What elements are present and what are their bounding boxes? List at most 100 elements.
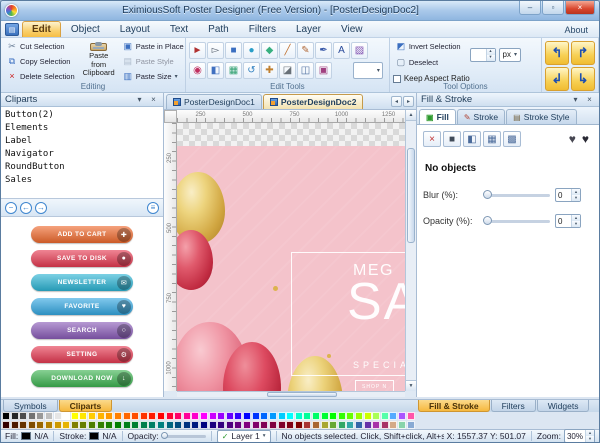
color-swatch[interactable]: [338, 421, 346, 429]
color-swatch[interactable]: [105, 421, 113, 429]
color-swatch[interactable]: [2, 412, 10, 420]
color-swatch[interactable]: [312, 421, 320, 429]
color-swatch[interactable]: [97, 412, 105, 420]
ribbon-tab[interactable]: Layer: [286, 21, 331, 37]
edit-tool-button[interactable]: ◫: [297, 62, 314, 79]
color-swatch[interactable]: [252, 421, 260, 429]
color-swatch[interactable]: [398, 412, 406, 420]
edit-tool-button[interactable]: ►: [189, 42, 206, 59]
color-swatch[interactable]: [174, 421, 182, 429]
color-swatch[interactable]: [174, 412, 182, 420]
color-swatch[interactable]: [329, 421, 337, 429]
right-dock-tab[interactable]: Widgets: [537, 400, 590, 412]
color-swatch[interactable]: [157, 421, 165, 429]
left-dock-tab[interactable]: Symbols: [3, 400, 58, 412]
color-swatch[interactable]: [321, 412, 329, 420]
color-swatch[interactable]: [364, 412, 372, 420]
color-swatch[interactable]: [364, 421, 372, 429]
right-dock-tab[interactable]: Fill & Stroke: [418, 400, 490, 412]
color-swatch[interactable]: [88, 412, 96, 420]
ribbon-tab[interactable]: Path: [198, 21, 239, 37]
color-swatch[interactable]: [303, 412, 311, 420]
fill-mode-button[interactable]: ▦: [483, 131, 501, 147]
ribbon-tab[interactable]: Filters: [239, 21, 286, 37]
tab-scroll-right-icon[interactable]: ▸: [403, 96, 414, 107]
editing-command[interactable]: ▤ Paste Style: [120, 55, 190, 68]
edit-tool-button[interactable]: ◪: [279, 62, 296, 79]
color-swatch[interactable]: [329, 412, 337, 420]
arrange-button[interactable]: ↲: [545, 67, 569, 91]
cliparts-nav-button[interactable]: ←: [20, 202, 32, 214]
color-swatch[interactable]: [114, 421, 122, 429]
color-swatch[interactable]: [355, 412, 363, 420]
blur-slider-thumb[interactable]: [483, 190, 492, 199]
deselect-button[interactable]: ▢ Deselect: [393, 56, 464, 69]
color-swatch[interactable]: [217, 412, 225, 420]
shape-sample-icon[interactable]: ♥: [582, 132, 589, 146]
color-swatch[interactable]: [183, 412, 191, 420]
color-swatch[interactable]: [140, 421, 148, 429]
edit-tool-button[interactable]: ■: [225, 42, 242, 59]
arrange-button[interactable]: ↳: [571, 67, 595, 91]
close-button[interactable]: ×: [565, 1, 595, 15]
color-swatch[interactable]: [79, 421, 87, 429]
color-swatch[interactable]: [278, 421, 286, 429]
opacity-slider[interactable]: [484, 220, 550, 223]
cliparts-category-item[interactable]: Elements: [5, 122, 159, 135]
about-button[interactable]: About: [556, 23, 596, 37]
color-swatch[interactable]: [28, 412, 36, 420]
edit-tool-button[interactable]: ✎: [297, 42, 314, 59]
cliparts-category-item[interactable]: Sales: [5, 174, 159, 187]
edit-tool-button[interactable]: ▨: [351, 42, 368, 59]
edit-tool-button[interactable]: ▣: [315, 62, 332, 79]
fill-mode-button[interactable]: ◧: [463, 131, 481, 147]
color-swatch[interactable]: [234, 412, 242, 420]
color-swatch[interactable]: [381, 421, 389, 429]
left-dock-tab[interactable]: Cliparts: [59, 400, 113, 412]
color-swatch[interactable]: [19, 412, 27, 420]
edit-tool-button[interactable]: A: [333, 42, 350, 59]
color-swatch[interactable]: [79, 412, 87, 420]
fill-mode-button[interactable]: ▩: [503, 131, 521, 147]
minimize-button[interactable]: –: [519, 1, 541, 15]
edit-tool-button[interactable]: ◆: [261, 42, 278, 59]
ribbon-tab[interactable]: Edit: [22, 21, 61, 37]
ribbon-tab[interactable]: View: [331, 21, 373, 37]
fill-stroke-tab[interactable]: ✎ Stroke: [457, 109, 505, 124]
color-swatch[interactable]: [166, 421, 174, 429]
color-swatch[interactable]: [123, 421, 131, 429]
opacity-status-slider[interactable]: [162, 435, 206, 438]
arrange-button[interactable]: ↱: [571, 41, 595, 65]
document-tab[interactable]: PosterDesignDoc1: [166, 94, 262, 109]
clipart-item[interactable]: FAVORITE ♥: [31, 298, 133, 315]
color-swatch[interactable]: [62, 421, 70, 429]
color-swatch[interactable]: [191, 421, 199, 429]
panel-pin-icon[interactable]: ▾: [570, 95, 581, 104]
poster-artboard[interactable]: MEG SA SPECIAL SHOP N: [177, 146, 405, 391]
color-swatch[interactable]: [252, 412, 260, 420]
color-swatch[interactable]: [131, 421, 139, 429]
horizontal-scroll-thumb[interactable]: [267, 392, 337, 397]
vertical-scroll-thumb[interactable]: [407, 148, 415, 243]
fill-mode-button[interactable]: ×: [423, 131, 441, 147]
unit-dropdown[interactable]: px▾: [499, 48, 521, 62]
clipart-item[interactable]: SAVE TO DISK ●: [31, 250, 133, 267]
color-swatch[interactable]: [217, 421, 225, 429]
color-swatch[interactable]: [45, 412, 53, 420]
color-swatch[interactable]: [407, 421, 415, 429]
color-swatch[interactable]: [381, 412, 389, 420]
cliparts-nav-button[interactable]: →: [35, 202, 47, 214]
color-swatch[interactable]: [200, 412, 208, 420]
edit-tool-button[interactable]: ◉: [189, 62, 206, 79]
color-swatch[interactable]: [36, 421, 44, 429]
color-swatch[interactable]: [226, 421, 234, 429]
cliparts-category-item[interactable]: Navigator: [5, 148, 159, 161]
color-swatch[interactable]: [295, 412, 303, 420]
edit-tool-button[interactable]: ✒: [315, 42, 332, 59]
blur-slider[interactable]: [484, 194, 550, 197]
color-swatch[interactable]: [36, 412, 44, 420]
color-swatch[interactable]: [123, 412, 131, 420]
color-swatch[interactable]: [295, 421, 303, 429]
color-swatch[interactable]: [19, 421, 27, 429]
color-swatch[interactable]: [372, 421, 380, 429]
